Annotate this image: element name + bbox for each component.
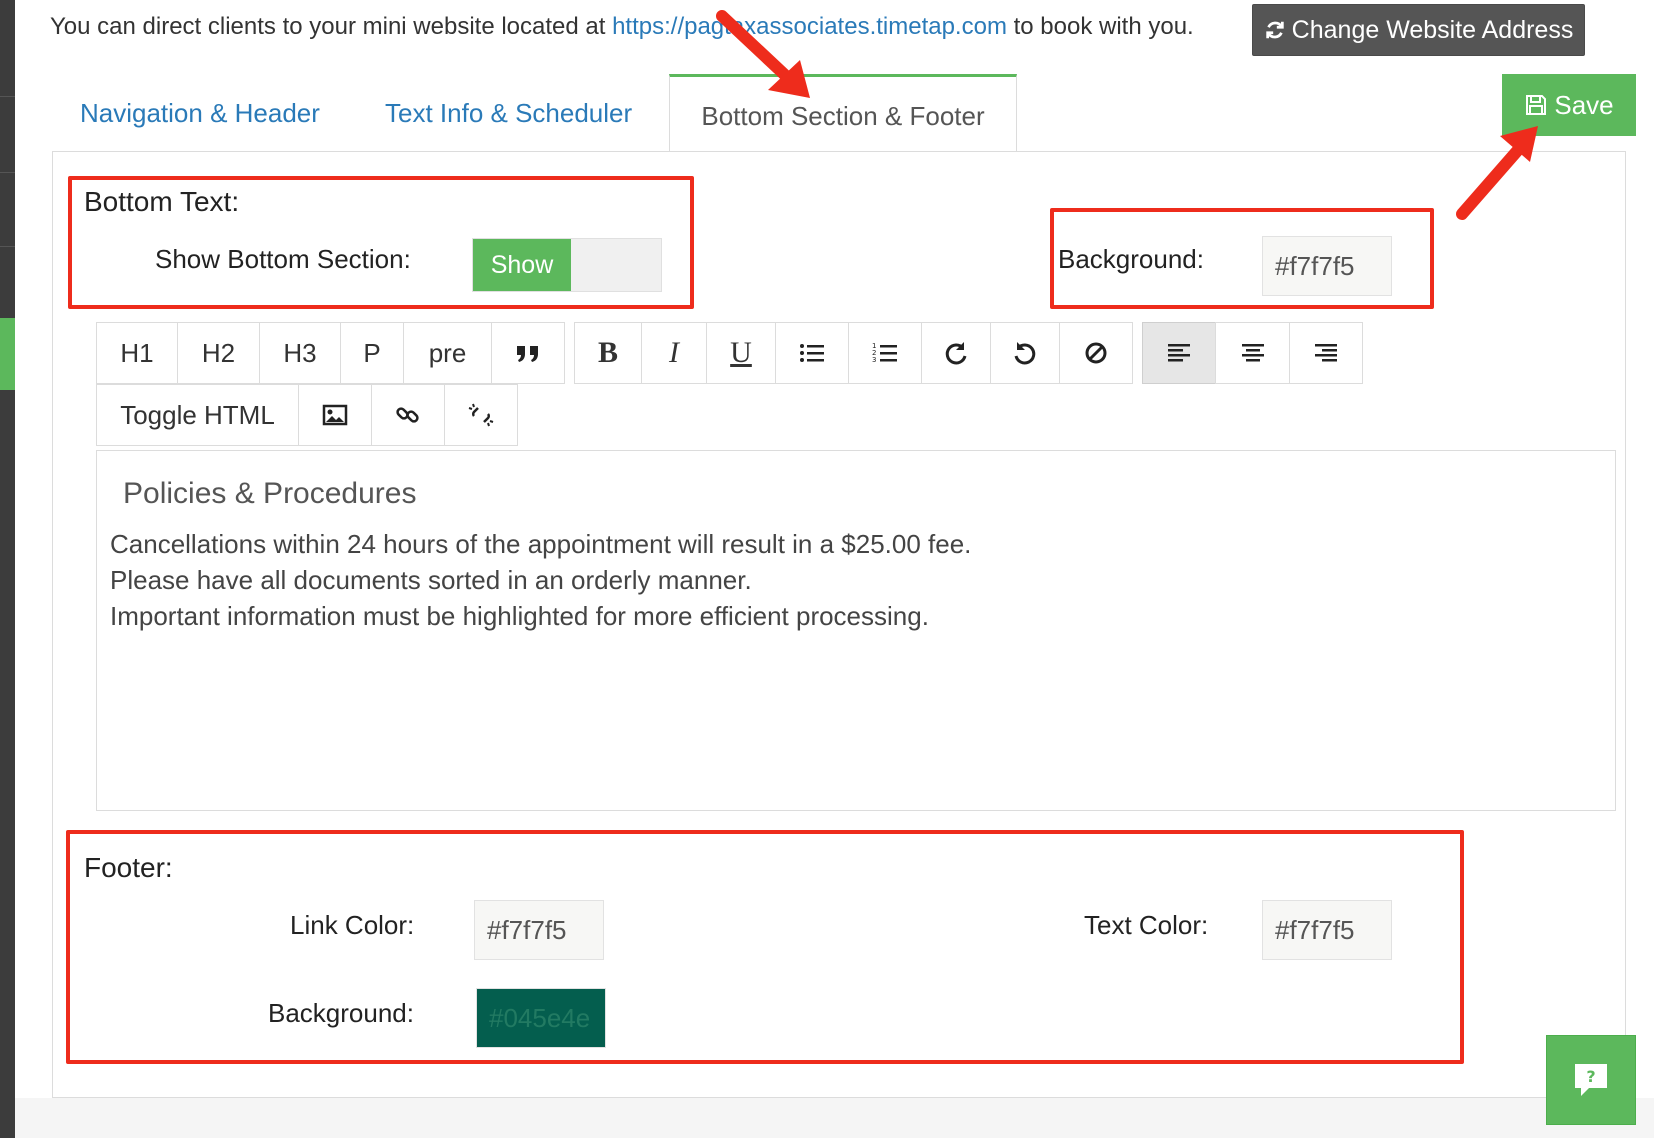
website-info-text: You can direct clients to your mini webs… <box>50 12 1194 42</box>
clear-format-icon <box>1085 342 1107 364</box>
bullet-list-icon <box>800 344 824 362</box>
underline-button[interactable]: U <box>706 322 776 384</box>
bold-icon: B <box>597 336 618 369</box>
sidebar-divider <box>0 246 15 247</box>
svg-text:3: 3 <box>872 356 876 364</box>
bold-button[interactable]: B <box>574 322 642 384</box>
align-right-button[interactable] <box>1289 322 1363 384</box>
h3-button[interactable]: H3 <box>259 322 341 384</box>
editor-line: Important information must be highlighte… <box>110 601 929 631</box>
help-chat-button[interactable]: ? <box>1546 1035 1636 1125</box>
numbered-list-button[interactable]: 123 <box>848 322 922 384</box>
annotation-box-footer <box>66 830 1464 1064</box>
svg-text:?: ? <box>1586 1067 1595 1086</box>
align-center-icon <box>1241 344 1264 362</box>
align-right-icon <box>1315 344 1337 362</box>
pre-button[interactable]: pre <box>403 322 492 384</box>
editor-heading: Policies & Procedures <box>123 477 417 510</box>
outro-text: to book with you. <box>1006 13 1194 40</box>
change-website-address-label: Change Website Address <box>1291 15 1574 44</box>
editor-line: Cancellations within 24 hours of the app… <box>110 529 972 559</box>
save-button[interactable]: Save <box>1502 74 1636 136</box>
page-bottom-bar <box>15 1098 1654 1138</box>
quote-icon <box>517 346 538 362</box>
annotation-box-bottom-text <box>68 176 694 309</box>
rich-text-editor[interactable]: Policies & Procedures Cancellations with… <box>96 450 1616 811</box>
align-center-button[interactable] <box>1215 322 1290 384</box>
quote-button[interactable] <box>491 322 565 384</box>
unlink-icon <box>468 403 494 427</box>
save-icon <box>1526 95 1547 115</box>
sidebar-divider <box>0 96 15 97</box>
link-icon <box>396 407 419 423</box>
change-website-address-button[interactable]: Change Website Address <box>1252 4 1585 56</box>
bullet-list-button[interactable] <box>775 322 849 384</box>
sidebar-divider <box>0 172 15 173</box>
italic-icon: I <box>669 336 679 369</box>
h1-button[interactable]: H1 <box>96 322 178 384</box>
tab-text-info-scheduler[interactable]: Text Info & Scheduler <box>385 74 632 152</box>
intro-text: You can direct clients to your mini webs… <box>50 13 613 40</box>
h2-button[interactable]: H2 <box>177 322 260 384</box>
italic-button[interactable]: I <box>641 322 707 384</box>
annotation-box-background <box>1050 208 1434 309</box>
redo-button[interactable] <box>921 322 991 384</box>
unlink-button[interactable] <box>444 384 518 446</box>
toggle-html-button[interactable]: Toggle HTML <box>96 384 299 446</box>
save-label: Save <box>1554 89 1614 120</box>
redo-icon <box>945 342 967 365</box>
tab-navigation-header[interactable]: Navigation & Header <box>80 74 320 152</box>
website-url-link[interactable]: https://pagtaxassociates.timetap.com <box>612 13 1007 40</box>
clear-format-button[interactable] <box>1059 322 1133 384</box>
settings-tabs: Navigation & Header Text Info & Schedule… <box>52 74 1626 152</box>
left-sidebar-strip <box>0 0 15 1138</box>
refresh-icon <box>1265 21 1284 39</box>
insert-image-button[interactable] <box>298 384 372 446</box>
tab-bottom-section-footer[interactable]: Bottom Section & Footer <box>669 74 1017 152</box>
undo-button[interactable] <box>990 322 1060 384</box>
align-left-button[interactable] <box>1142 322 1216 384</box>
align-left-icon <box>1168 344 1190 362</box>
image-icon <box>322 404 348 426</box>
undo-icon <box>1014 342 1036 365</box>
editor-line: Please have all documents sorted in an o… <box>110 565 752 595</box>
sidebar-active-item[interactable] <box>0 318 15 390</box>
p-button[interactable]: P <box>340 322 404 384</box>
numbered-list-icon: 123 <box>872 342 897 364</box>
help-chat-icon: ? <box>1575 1064 1607 1096</box>
underline-icon: U <box>730 336 752 369</box>
insert-link-button[interactable] <box>371 384 445 446</box>
